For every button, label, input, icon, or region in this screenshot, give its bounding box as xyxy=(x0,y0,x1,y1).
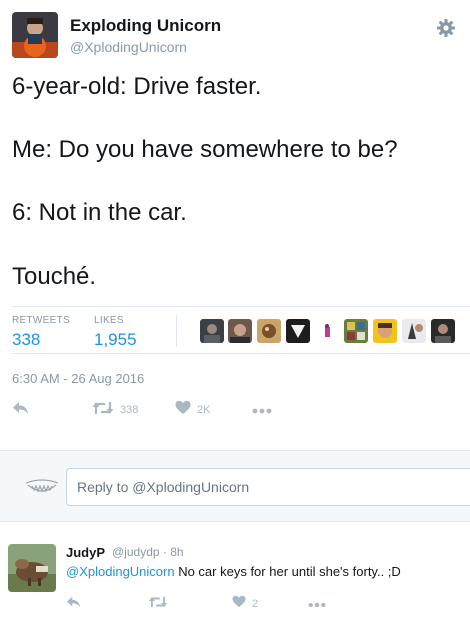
liker-avatar[interactable] xyxy=(315,319,339,343)
tweet-line: 6-year-old: Drive faster. xyxy=(12,73,262,100)
likes-label: LIKES xyxy=(94,315,124,326)
tweet-line: Touché. xyxy=(12,263,97,290)
liker-avatar[interactable] xyxy=(431,319,455,343)
liker-avatar[interactable] xyxy=(373,319,397,343)
reply-text: @XplodingUnicorn No car keys for her unt… xyxy=(66,564,401,579)
reply-icon xyxy=(12,400,30,421)
liker-avatar[interactable] xyxy=(344,319,368,343)
liker-avatar[interactable] xyxy=(200,319,224,343)
liker-avatar[interactable] xyxy=(402,319,426,343)
reply-body: No car keys for her until she's forty.. … xyxy=(174,564,401,579)
like-button[interactable]: 2 xyxy=(232,594,258,614)
reply-tweet: JudyP @judydp · 8h @XplodingUnicorn No c… xyxy=(0,532,470,619)
liker-avatar[interactable] xyxy=(286,319,310,343)
tweet-line: 6: Not in the car. xyxy=(12,199,187,226)
likes-count: 1,955 xyxy=(94,330,137,349)
more-icon xyxy=(252,401,272,419)
reply-author-handle[interactable]: @judydp · 8h xyxy=(112,545,184,559)
liker-avatar[interactable] xyxy=(228,319,252,343)
reply-mention-link[interactable]: @XplodingUnicorn xyxy=(66,564,175,579)
reply-button[interactable] xyxy=(66,594,82,614)
reply-composer: Reply to @XplodingUnicorn xyxy=(0,450,470,522)
tweet-timestamp[interactable]: 6:30 AM - 26 Aug 2016 xyxy=(12,371,144,386)
viewer-avatar xyxy=(22,475,62,499)
tweet-actions: 338 2K xyxy=(12,398,458,422)
tweet-line: Me: Do you have somewhere to be? xyxy=(12,136,398,163)
gear-icon[interactable] xyxy=(436,18,456,38)
author-name[interactable]: Exploding Unicorn xyxy=(70,16,221,36)
retweet-icon xyxy=(92,400,114,421)
more-button[interactable] xyxy=(252,400,272,420)
heart-icon xyxy=(175,400,191,420)
reply-author-name[interactable]: JudyP xyxy=(66,545,105,560)
retweet-button[interactable] xyxy=(148,594,168,614)
heart-icon xyxy=(232,595,246,613)
like-count: 2 xyxy=(252,598,259,610)
more-icon xyxy=(308,595,326,613)
more-button[interactable] xyxy=(308,594,326,614)
tweet-stats: RETWEETS 338 LIKES 1,955 xyxy=(12,306,470,354)
stats-divider xyxy=(176,315,177,347)
reply-icon xyxy=(66,595,82,614)
liker-avatar[interactable] xyxy=(257,319,281,343)
author-handle[interactable]: @XplodingUnicorn xyxy=(70,39,187,55)
retweet-count: 338 xyxy=(120,404,139,416)
retweet-button[interactable]: 338 xyxy=(92,400,138,420)
tweet-header: Exploding Unicorn @XplodingUnicorn xyxy=(12,12,458,62)
retweets-stat[interactable]: RETWEETS 338 xyxy=(12,315,70,350)
reply-button[interactable] xyxy=(12,400,30,420)
reply-author-avatar[interactable] xyxy=(8,544,56,592)
reply-input[interactable]: Reply to @XplodingUnicorn xyxy=(66,468,470,506)
like-count: 2K xyxy=(197,404,211,416)
likes-stat[interactable]: LIKES 1,955 xyxy=(94,315,137,350)
retweets-label: RETWEETS xyxy=(12,315,70,326)
retweets-count: 338 xyxy=(12,330,41,349)
reply-actions: 2 xyxy=(66,592,456,612)
like-button[interactable]: 2K xyxy=(175,400,210,420)
retweet-icon xyxy=(148,595,168,614)
author-avatar[interactable] xyxy=(12,12,58,58)
